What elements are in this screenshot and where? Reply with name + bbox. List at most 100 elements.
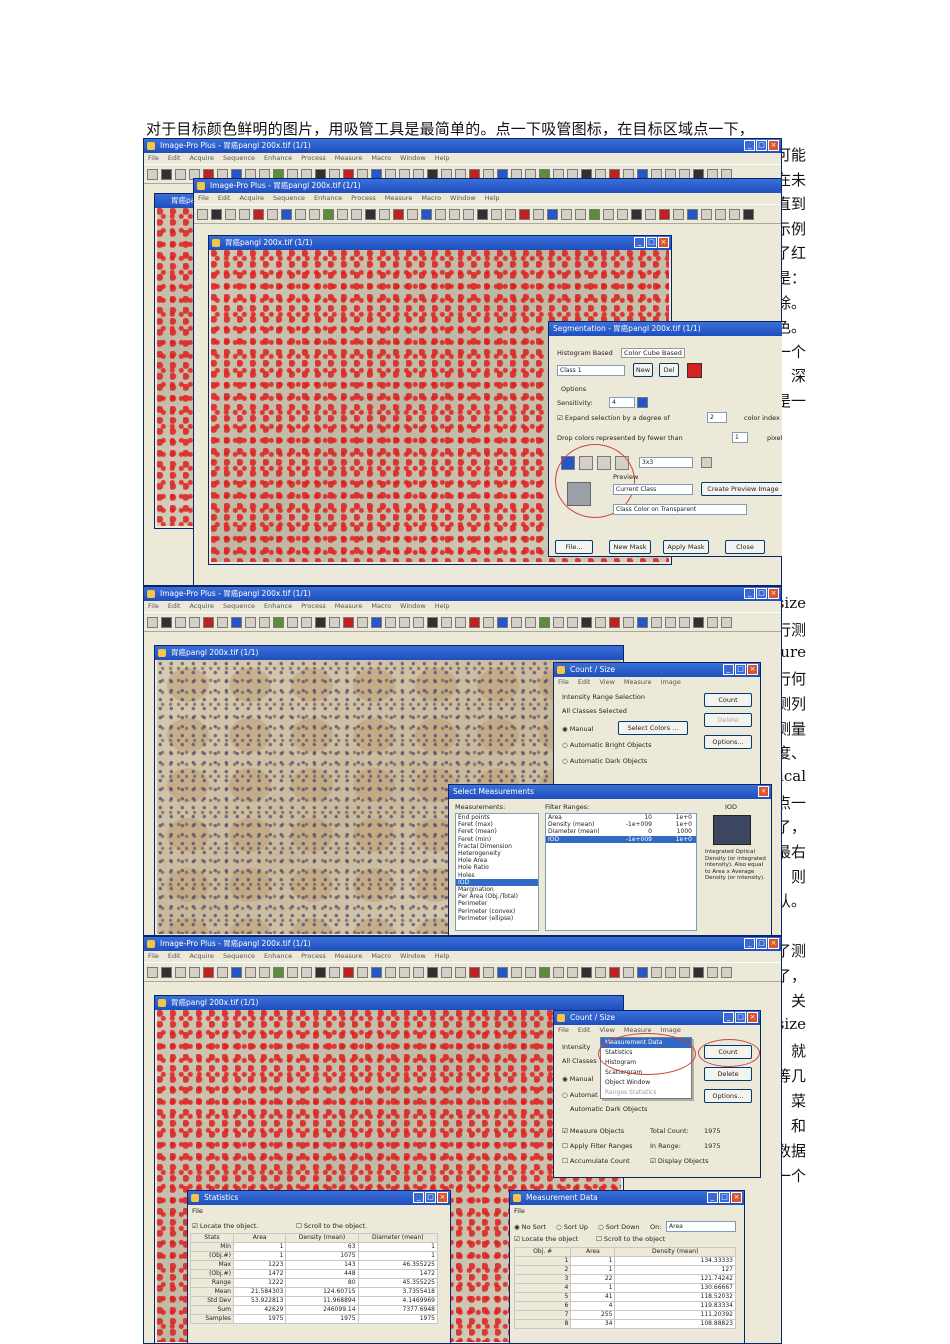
- filter-range-row[interactable]: Diameter (mean) 0 1000: [546, 828, 696, 835]
- menu-item[interactable]: Macro: [371, 602, 391, 610]
- maximize-button[interactable]: □: [756, 588, 767, 599]
- count-button[interactable]: Count: [704, 693, 752, 707]
- measurement-list-item[interactable]: Holes: [456, 872, 538, 879]
- toolbar-icon[interactable]: [455, 966, 466, 978]
- menu-item[interactable]: Measure: [624, 678, 652, 686]
- toolbar-icon[interactable]: [441, 966, 452, 978]
- toolbar-icon[interactable]: [323, 208, 334, 220]
- file-button[interactable]: File...: [555, 540, 593, 554]
- toolbar-icon[interactable]: [665, 616, 676, 628]
- toolbar-icon[interactable]: [211, 208, 222, 220]
- menu-item[interactable]: File: [148, 154, 159, 162]
- maximize-button[interactable]: □: [425, 1192, 436, 1203]
- minimize-button[interactable]: _: [744, 938, 755, 949]
- menu-item[interactable]: Image: [661, 678, 681, 686]
- toolbar-icon[interactable]: [609, 616, 620, 628]
- toolbar-icon[interactable]: [267, 208, 278, 220]
- accumulate-checkbox[interactable]: ☐ Accumulate Count: [562, 1157, 630, 1165]
- toolbar-icon[interactable]: [259, 966, 270, 978]
- toolbar-icon[interactable]: [525, 966, 536, 978]
- expand-checkbox[interactable]: ☑ Expand selection by a degree of: [557, 414, 670, 422]
- toolbar-icon[interactable]: [337, 208, 348, 220]
- column-header[interactable]: Obj. #: [513, 1247, 572, 1257]
- toolbar-icon[interactable]: [721, 966, 732, 978]
- toolbar-icon[interactable]: [407, 208, 418, 220]
- toolbar-icon[interactable]: [617, 208, 628, 220]
- maximize-button[interactable]: □: [735, 664, 746, 675]
- toolbar-icon[interactable]: [581, 966, 592, 978]
- toolbar-icon[interactable]: [497, 616, 508, 628]
- filter-range-row[interactable]: Density (mean) -1e+009 1e+0: [546, 821, 696, 828]
- new-mask-button[interactable]: New Mask: [609, 540, 651, 554]
- menu-item[interactable]: Help: [435, 602, 450, 610]
- maximize-button[interactable]: □: [756, 938, 767, 949]
- close-button[interactable]: ×: [768, 938, 779, 949]
- new-class-button[interactable]: New: [633, 363, 653, 377]
- menu-item[interactable]: Window: [450, 194, 476, 202]
- scroll-checkbox[interactable]: ☐ Scroll to the object: [596, 1235, 665, 1243]
- menu-item[interactable]: Process: [301, 154, 326, 162]
- toolbar-icon[interactable]: [385, 966, 396, 978]
- class-color-select[interactable]: Class Color on Transparent: [613, 504, 747, 515]
- measurement-list-item[interactable]: Hole Ratio: [456, 864, 538, 871]
- toolbar-icon[interactable]: [329, 616, 340, 628]
- close-button[interactable]: ×: [658, 237, 669, 248]
- toolbar-icon[interactable]: [343, 616, 354, 628]
- sort-down-radio[interactable]: ○ Sort Down: [598, 1223, 640, 1231]
- menu-item[interactable]: File: [148, 602, 159, 610]
- measurement-file-menu[interactable]: File: [514, 1207, 525, 1215]
- toolbar-icon[interactable]: [189, 966, 200, 978]
- toolbar-icon[interactable]: [665, 966, 676, 978]
- close-button[interactable]: ×: [731, 1192, 742, 1203]
- minimize-button[interactable]: _: [723, 1012, 734, 1023]
- close-button[interactable]: ×: [747, 664, 758, 675]
- minimize-button[interactable]: _: [723, 664, 734, 675]
- toolbar-icon[interactable]: [533, 208, 544, 220]
- toolbar-icon[interactable]: [147, 616, 158, 628]
- menu-item[interactable]: Measure: [335, 602, 363, 610]
- filter-range-row[interactable]: Area 10 1e+0: [546, 814, 696, 821]
- measurement-list-item[interactable]: Perimeter: [456, 900, 538, 907]
- menu-item[interactable]: Acquire: [189, 154, 214, 162]
- measurement-list-item[interactable]: End points: [456, 814, 538, 821]
- sensitivity-input[interactable]: 4: [609, 397, 635, 408]
- tab-histogram[interactable]: Histogram Based: [557, 349, 613, 357]
- toolbar-icon[interactable]: [673, 208, 684, 220]
- menu-item[interactable]: Process: [301, 952, 326, 960]
- select-colors-button[interactable]: Select Colors ...: [618, 721, 688, 735]
- automatic-radio[interactable]: ○ Automat: [562, 1091, 598, 1099]
- menu-item[interactable]: Edit: [218, 194, 231, 202]
- manual-radio[interactable]: ◉ Manual: [562, 725, 593, 733]
- column-header[interactable]: Area: [570, 1247, 616, 1257]
- dropdown-item[interactable]: Ranges Statistics: [601, 1088, 691, 1098]
- options-button[interactable]: Options...: [704, 1089, 752, 1103]
- toolbar-icon[interactable]: [707, 616, 718, 628]
- toolbar-icon[interactable]: [483, 616, 494, 628]
- dropdown-item[interactable]: Object Window: [601, 1078, 691, 1088]
- toolbar-icon[interactable]: [309, 208, 320, 220]
- options-button[interactable]: Options...: [704, 735, 752, 749]
- toolbar-icon[interactable]: [519, 208, 530, 220]
- locate-checkbox[interactable]: ☑ Locate the object: [514, 1235, 578, 1243]
- measurement-list-item[interactable]: Margination: [456, 886, 538, 893]
- menu-item[interactable]: Sequence: [273, 194, 305, 202]
- toolbar-icon[interactable]: [623, 616, 634, 628]
- toolbar-icon[interactable]: [595, 966, 606, 978]
- toolbar-icon[interactable]: [231, 966, 242, 978]
- toolbar-icon[interactable]: [693, 616, 704, 628]
- toolbar-icon[interactable]: [701, 208, 712, 220]
- menu-item[interactable]: Window: [400, 154, 426, 162]
- toolbar-icon[interactable]: [259, 616, 270, 628]
- locate-checkbox[interactable]: ☑ Locate the object.: [192, 1222, 258, 1230]
- close-button[interactable]: ×: [758, 786, 769, 797]
- save-icon[interactable]: [701, 457, 712, 468]
- toolbar-icon[interactable]: [351, 208, 362, 220]
- close-button[interactable]: ×: [437, 1192, 448, 1203]
- toolbar-icon[interactable]: [315, 616, 326, 628]
- toolbar-icon[interactable]: [371, 966, 382, 978]
- maximize-button[interactable]: □: [646, 237, 657, 248]
- measurement-list-item[interactable]: Perimeter (ellipse): [456, 915, 538, 922]
- toolbar-icon[interactable]: [301, 966, 312, 978]
- statistics-file-menu[interactable]: File: [192, 1207, 203, 1215]
- menu-item[interactable]: View: [599, 678, 614, 686]
